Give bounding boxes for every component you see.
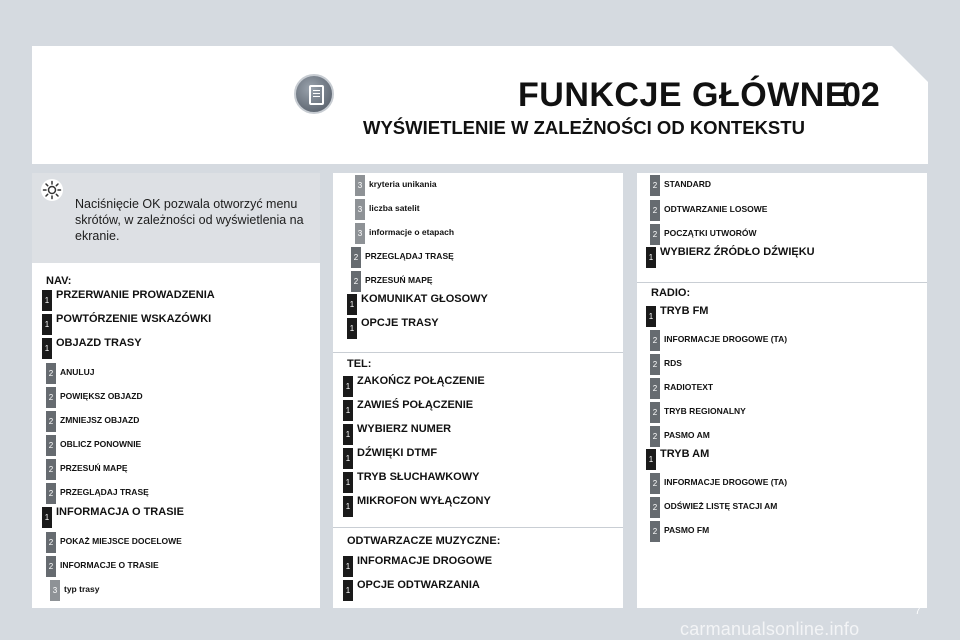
- menu-item: ZMNIEJSZ OBJAZD: [60, 414, 140, 425]
- level-badge: 2: [650, 200, 660, 221]
- menu-item: ZAKOŃCZ POŁĄCZENIE: [357, 375, 485, 388]
- level-badge: 2: [650, 330, 660, 351]
- level-badge: 1: [343, 448, 353, 469]
- level-badge: 1: [343, 580, 353, 601]
- level-badge: 3: [355, 175, 365, 196]
- level-badge: 1: [347, 294, 357, 315]
- divider: [637, 282, 927, 283]
- menu-item: PASMO FM: [664, 524, 710, 535]
- menu-item: INFORMACJE DROGOWE (TA): [664, 476, 788, 487]
- menu-item: TRYB SŁUCHAWKOWY: [357, 471, 480, 484]
- level-badge: 2: [46, 483, 56, 504]
- menu-item: PRZESUŃ MAPĘ: [365, 274, 433, 285]
- menu-item: TRYB AM: [660, 448, 710, 461]
- menu-item: INFORMACJA O TRASIE: [56, 506, 184, 519]
- level-badge: 1: [343, 556, 353, 577]
- page-number: 7: [915, 606, 921, 617]
- level-badge: 2: [351, 271, 361, 292]
- level-badge: 1: [646, 306, 656, 327]
- level-badge: 2: [650, 473, 660, 494]
- level-badge: 1: [42, 338, 52, 359]
- level-badge: 1: [343, 496, 353, 517]
- menu-item: kryteria unikania: [369, 178, 437, 189]
- level-badge: 1: [646, 247, 656, 268]
- level-badge: 2: [46, 363, 56, 384]
- radio-heading: RADIO:: [651, 287, 691, 299]
- tel-heading: TEL:: [347, 358, 372, 370]
- level-badge: 1: [343, 400, 353, 421]
- menu-item: typ trasy: [64, 583, 100, 594]
- menu-item: OBLICZ PONOWNIE: [60, 438, 142, 449]
- level-badge: 2: [46, 532, 56, 553]
- level-badge: 2: [650, 378, 660, 399]
- level-badge: 2: [46, 411, 56, 432]
- menu-item: INFORMACJE DROGOWE (TA): [664, 333, 788, 344]
- level-badge: 3: [355, 199, 365, 220]
- menu-item: PRZEGLĄDAJ TRASĘ: [60, 486, 149, 497]
- document-icon: [294, 74, 334, 114]
- level-badge: 3: [355, 223, 365, 244]
- chapter-number: 02: [842, 76, 880, 114]
- menu-item: TRYB REGIONALNY: [664, 405, 746, 416]
- music-heading: ODTWARZACZE MUZYCZNE:: [347, 535, 501, 547]
- level-badge: 2: [351, 247, 361, 268]
- level-badge: 2: [650, 354, 660, 375]
- menu-item: TRYB FM: [660, 305, 709, 318]
- note-text: Naciśnięcie OK pozwala otworzyć menu skr…: [75, 197, 304, 243]
- sun-icon: [41, 179, 63, 201]
- divider: [333, 527, 623, 528]
- menu-item: OPCJE TRASY: [361, 317, 439, 330]
- level-badge: 1: [42, 314, 52, 335]
- level-badge: 1: [347, 318, 357, 339]
- menu-item: ANULUJ: [60, 366, 95, 377]
- level-badge: 2: [650, 497, 660, 518]
- menu-item: POWIĘKSZ OBJAZD: [60, 390, 143, 401]
- level-badge: 2: [46, 556, 56, 577]
- watermark: carmanualsonline.info: [680, 619, 860, 639]
- level-badge: 2: [46, 435, 56, 456]
- menu-item: RDS: [664, 357, 682, 368]
- level-badge: 2: [650, 426, 660, 447]
- menu-item: PASMO AM: [664, 429, 710, 440]
- level-badge: 2: [650, 224, 660, 245]
- menu-item: POCZĄTKI UTWORÓW: [664, 227, 757, 238]
- menu-item: KOMUNIKAT GŁOSOWY: [361, 293, 488, 306]
- menu-item: WYBIERZ NUMER: [357, 423, 452, 436]
- level-badge: 1: [343, 424, 353, 445]
- menu-item: STANDARD: [664, 178, 712, 189]
- level-badge: 2: [46, 387, 56, 408]
- menu-item: OBJAZD TRASY: [56, 337, 142, 350]
- level-badge: 2: [650, 175, 660, 196]
- menu-item: DŹWIĘKI DTMF: [357, 447, 438, 460]
- level-badge: 1: [42, 290, 52, 311]
- menu-item: RADIOTEXT: [664, 381, 714, 392]
- menu-item: OPCJE ODTWARZANIA: [357, 579, 480, 592]
- menu-item: ODTWARZANIE LOSOWE: [664, 203, 768, 214]
- menu-item: INFORMACJE O TRASIE: [60, 559, 159, 570]
- menu-item: PRZERWANIE PROWADZENIA: [56, 289, 215, 302]
- chapter-title: FUNKCJE GŁÓWNE: [518, 76, 848, 114]
- level-badge: 1: [42, 507, 52, 528]
- menu-item: ZAWIEŚ POŁĄCZENIE: [357, 399, 474, 412]
- menu-item: POKAŻ MIEJSCE DOCELOWE: [60, 535, 182, 546]
- level-badge: 1: [343, 472, 353, 493]
- level-badge: 3: [50, 580, 60, 601]
- level-badge: 1: [343, 376, 353, 397]
- chapter-subtitle: WYŚWIETLENIE W ZALEŻNOŚCI OD KONTEKSTU: [363, 117, 805, 138]
- level-badge: 1: [646, 449, 656, 470]
- menu-item: PRZESUŃ MAPĘ: [60, 462, 128, 473]
- divider: [333, 352, 623, 353]
- menu-item: WYBIERZ ŹRÓDŁO DŹWIĘKU: [660, 246, 815, 259]
- nav-heading: NAV:: [46, 275, 72, 287]
- menu-item: POWTÓRZENIE WSKAZÓWKI: [56, 313, 212, 326]
- level-badge: 2: [650, 402, 660, 423]
- level-badge: 2: [650, 521, 660, 542]
- menu-item: INFORMACJE DROGOWE: [357, 555, 493, 568]
- menu-item: ODŚWIEŻ LISTĘ STACJI AM: [664, 500, 778, 511]
- menu-item: MIKROFON WYŁĄCZONY: [357, 495, 491, 508]
- menu-item: informacje o etapach: [369, 226, 455, 237]
- menu-item: PRZEGLĄDAJ TRASĘ: [365, 250, 454, 261]
- level-badge: 2: [46, 459, 56, 480]
- menu-item: liczba satelit: [369, 202, 420, 213]
